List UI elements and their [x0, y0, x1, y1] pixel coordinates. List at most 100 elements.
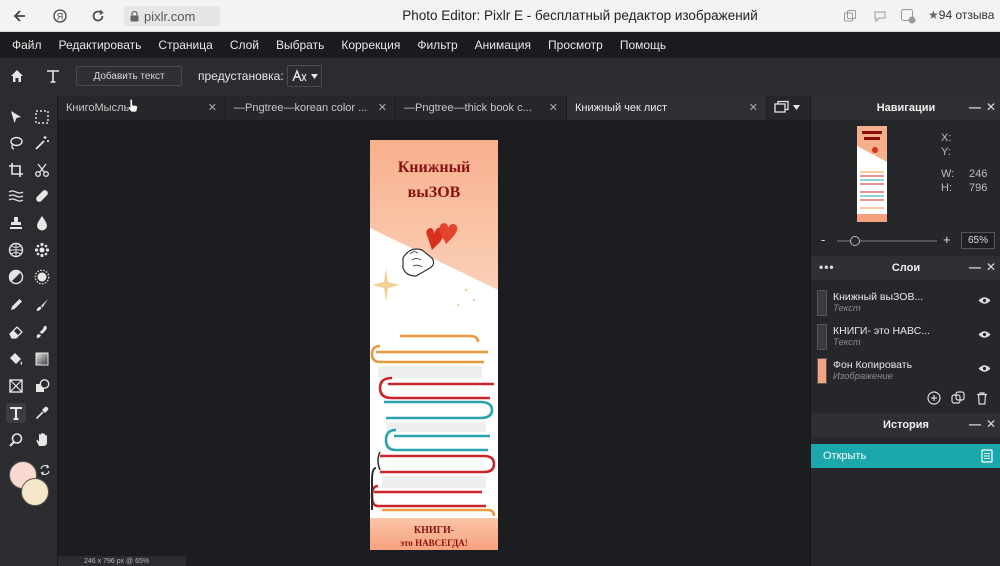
gradient-tool-icon[interactable] [32, 349, 52, 369]
zoom-in-icon[interactable]: + [943, 232, 951, 247]
minimize-icon[interactable]: — [969, 100, 981, 114]
tab-pngtree-korean[interactable]: —Pngtree—korean color ... ✕ [226, 96, 396, 120]
close-icon[interactable]: ✕ [749, 101, 758, 114]
hand-tool-icon[interactable] [32, 430, 52, 450]
yandex-icon[interactable]: Я [50, 6, 70, 26]
eye-icon[interactable] [978, 330, 991, 339]
tab-pngtree-book[interactable]: —Pngtree—thick book c... ✕ [396, 96, 567, 120]
layers-header: ••• Слои — ✕ [811, 256, 1000, 280]
history-header: История — ✕ [811, 413, 1000, 437]
eyedropper-tool-icon[interactable] [32, 403, 52, 423]
blur-tool-icon[interactable] [32, 213, 52, 233]
zoom-tool-icon[interactable] [6, 430, 26, 450]
menu-file[interactable]: Файл [12, 38, 42, 52]
layer-row[interactable]: КНИГИ- это НАВС... Текст [811, 320, 1000, 354]
eraser-tool-icon[interactable] [6, 322, 26, 342]
tab-label: КнигоМысль [66, 102, 130, 114]
add-layer-icon[interactable] [927, 391, 941, 410]
delete-layer-icon[interactable] [975, 391, 989, 410]
reviews-link[interactable]: ★94 отзыва [928, 8, 994, 22]
history-title: История [883, 419, 929, 431]
marquee-tool-icon[interactable] [32, 107, 52, 127]
heal-tool-icon[interactable] [32, 186, 52, 206]
text-tool-icon[interactable] [6, 403, 26, 423]
navigator-thumbnail[interactable] [857, 126, 887, 222]
menu-animation[interactable]: Анимация [475, 38, 531, 52]
clone-stamp-tool-icon[interactable] [6, 213, 26, 233]
tab-checklist[interactable]: Книжный чек лист ✕ [567, 96, 767, 120]
liquify-tool-icon[interactable] [6, 186, 26, 206]
reload-icon[interactable] [88, 6, 108, 26]
tab-knigomysl[interactable]: КнигоМысль ✕ [58, 96, 226, 120]
eye-icon[interactable] [978, 296, 991, 305]
nav-h-label: H: [941, 182, 952, 194]
menu-layer[interactable]: Слой [230, 38, 259, 52]
nav-w-value: 246 [969, 168, 988, 180]
magic-wand-tool-icon[interactable] [32, 133, 52, 153]
layer-name: Фон Копировать [833, 359, 913, 371]
close-icon[interactable]: ✕ [986, 260, 996, 274]
shape-tool-icon[interactable] [32, 376, 52, 396]
address-bar[interactable]: pixlr.com [124, 6, 220, 26]
color-replace-tool-icon[interactable] [32, 240, 52, 260]
page-title: Photo Editor: Pixlr E - бесплатный редак… [402, 8, 758, 23]
more-icon[interactable]: ••• [819, 260, 835, 274]
arrange-tool-icon[interactable] [6, 107, 26, 127]
smudge-tool-icon[interactable] [32, 322, 52, 342]
lasso-tool-icon[interactable] [6, 133, 26, 153]
sharpen-tool-icon[interactable] [32, 267, 52, 287]
document-canvas[interactable]: Книжный выЗОВ КНИГИ- это НАВСЕГДА! [370, 140, 498, 550]
minimize-icon[interactable]: — [969, 260, 981, 274]
zoom-out-icon[interactable]: - [821, 232, 825, 247]
add-text-button[interactable]: Добавить текст [76, 66, 182, 86]
tab-label: —Pngtree—thick book c... [404, 102, 532, 114]
back-icon[interactable] [10, 6, 30, 26]
close-icon[interactable]: ✕ [986, 417, 996, 431]
navigator-title: Навигации [876, 102, 936, 114]
menu-select[interactable]: Выбрать [276, 38, 324, 52]
downloads-icon[interactable] [900, 8, 916, 24]
reviews-text: 94 отзыва [938, 8, 995, 22]
duplicate-layer-icon[interactable] [951, 391, 965, 410]
menu-view[interactable]: Просмотр [548, 38, 603, 52]
fill-tool-icon[interactable] [6, 349, 26, 369]
close-icon[interactable]: ✕ [986, 100, 996, 114]
menu-adjustment[interactable]: Коррекция [341, 38, 400, 52]
layer-type: Изображение [833, 371, 893, 382]
menu-page[interactable]: Страница [158, 38, 212, 52]
dodge-burn-tool-icon[interactable] [6, 267, 26, 287]
crop-tool-icon[interactable] [6, 160, 26, 180]
canvas-bottom-line2: это НАВСЕГДА! [400, 538, 468, 548]
star-icon: ★ [928, 8, 939, 22]
copy-icon[interactable] [842, 8, 858, 24]
swap-colors-icon[interactable] [39, 463, 51, 481]
minimize-icon[interactable]: — [969, 417, 981, 431]
placeholder-tool-icon[interactable] [6, 376, 26, 396]
menu-help[interactable]: Помощь [620, 38, 666, 52]
pencil-tool-icon[interactable] [6, 295, 26, 315]
zoom-slider-handle[interactable] [850, 236, 860, 246]
text-preset-icon [291, 69, 306, 82]
menu-filter[interactable]: Фильтр [417, 38, 457, 52]
menu-edit[interactable]: Редактировать [59, 38, 142, 52]
history-item[interactable]: Открыть [811, 444, 1000, 468]
layer-row[interactable]: Книжный выЗОВ... Текст [811, 286, 1000, 320]
mouse-cursor-icon [127, 98, 139, 119]
close-icon[interactable]: ✕ [549, 101, 558, 114]
svg-text:Я: Я [57, 12, 64, 22]
chat-icon[interactable] [872, 8, 888, 24]
preset-dropdown[interactable] [287, 65, 322, 87]
zoom-input[interactable]: 65% [961, 232, 995, 249]
close-icon[interactable]: ✕ [378, 101, 387, 114]
close-icon[interactable]: ✕ [208, 101, 217, 114]
home-icon[interactable] [7, 66, 27, 86]
cutout-tool-icon[interactable] [32, 160, 52, 180]
secondary-color-swatch[interactable] [21, 478, 49, 506]
tab-layout-button[interactable] [774, 100, 800, 114]
brush-tool-icon[interactable] [32, 295, 52, 315]
menu-bar: Файл Редактировать Страница Слой Выбрать… [0, 32, 1000, 58]
sponge-tool-icon[interactable] [6, 240, 26, 260]
layer-row[interactable]: Фон Копировать Изображение [811, 354, 1000, 384]
eye-icon[interactable] [978, 364, 991, 373]
zoom-slider[interactable] [837, 236, 937, 246]
